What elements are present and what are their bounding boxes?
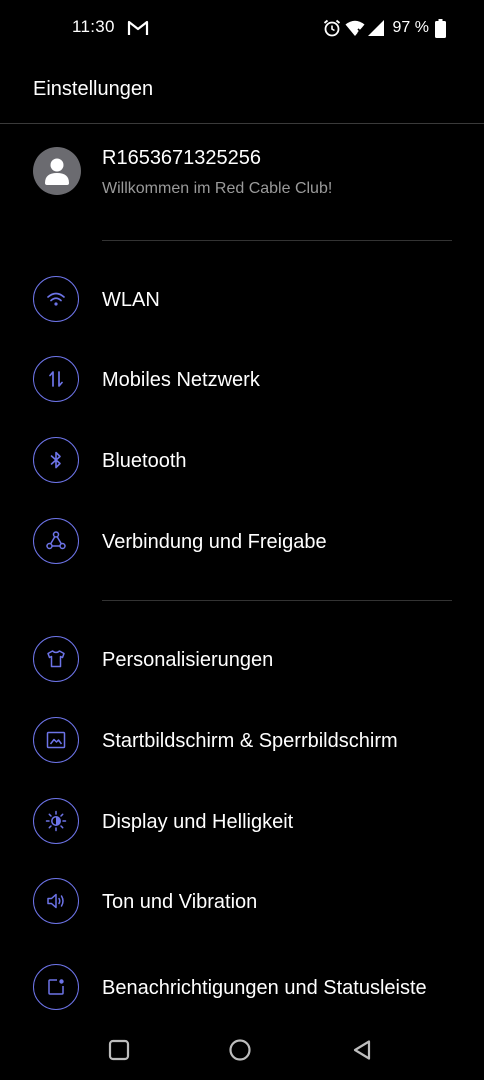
gmail-icon — [127, 19, 149, 37]
bluetooth-icon — [33, 437, 79, 483]
settings-item-notifications-statusbar[interactable]: Benachrichtigungen und Statusleiste — [0, 948, 484, 1028]
recents-button[interactable] — [105, 1036, 133, 1064]
recents-icon — [108, 1039, 130, 1061]
status-icons: 97 % — [322, 17, 446, 39]
settings-item-connection-sharing[interactable]: Verbindung und Freigabe — [0, 502, 484, 582]
settings-item-personalization[interactable]: Personalisierungen — [0, 620, 484, 700]
account-row[interactable]: R1653671325256 Willkommen im Red Cable C… — [0, 130, 484, 220]
avatar — [33, 147, 81, 195]
settings-item-label: Display und Helligkeit — [102, 811, 294, 833]
alarm-icon — [322, 18, 342, 38]
wifi-icon — [33, 276, 79, 322]
battery-icon — [435, 18, 446, 38]
settings-item-label: Startbildschirm & Sperrbildschirm — [102, 730, 398, 752]
section-divider — [102, 600, 452, 601]
wallpaper-icon — [33, 717, 79, 763]
mobile-data-icon — [33, 356, 79, 402]
settings-item-sound-vibration[interactable]: Ton und Vibration — [0, 862, 484, 942]
navigation-bar — [0, 1022, 484, 1080]
settings-item-label: Verbindung und Freigabe — [102, 531, 327, 553]
home-icon — [229, 1039, 251, 1061]
back-icon — [353, 1040, 371, 1060]
settings-item-label: Personalisierungen — [102, 649, 274, 671]
settings-item-homescreen-lockscreen[interactable]: Startbildschirm & Sperrbildschirm — [0, 701, 484, 781]
account-name: R1653671325256 — [102, 147, 262, 169]
settings-item-wlan[interactable]: WLAN — [0, 260, 484, 340]
settings-item-label: Ton und Vibration — [102, 891, 258, 913]
signal-icon — [367, 19, 385, 37]
section-divider — [102, 240, 452, 241]
home-button[interactable] — [226, 1036, 254, 1064]
brightness-icon — [33, 798, 79, 844]
settings-item-label: Mobiles Netzwerk — [102, 369, 260, 391]
wifi-icon — [345, 19, 365, 37]
settings-item-label: Bluetooth — [102, 450, 187, 472]
settings-item-label: Benachrichtigungen und Statusleiste — [102, 977, 427, 999]
page-title: Einstellungen — [33, 78, 154, 100]
settings-item-label: WLAN — [102, 289, 160, 311]
person-icon — [45, 158, 69, 185]
status-bar: 11:30 97 % — [0, 0, 484, 56]
settings-item-bluetooth[interactable]: Bluetooth — [0, 421, 484, 501]
settings-item-mobile-network[interactable]: Mobiles Netzwerk — [0, 340, 484, 420]
status-time: 11:30 — [72, 17, 115, 36]
connection-share-icon — [33, 518, 79, 564]
battery-percent: 97 % — [392, 19, 429, 36]
back-button[interactable] — [348, 1036, 376, 1064]
speaker-icon — [33, 878, 79, 924]
settings-item-display-brightness[interactable]: Display und Helligkeit — [0, 782, 484, 862]
app-header: Einstellungen — [0, 56, 484, 124]
tshirt-icon — [33, 636, 79, 682]
notification-icon — [33, 964, 79, 1010]
account-subtitle: Willkommen im Red Cable Club! — [102, 180, 333, 197]
